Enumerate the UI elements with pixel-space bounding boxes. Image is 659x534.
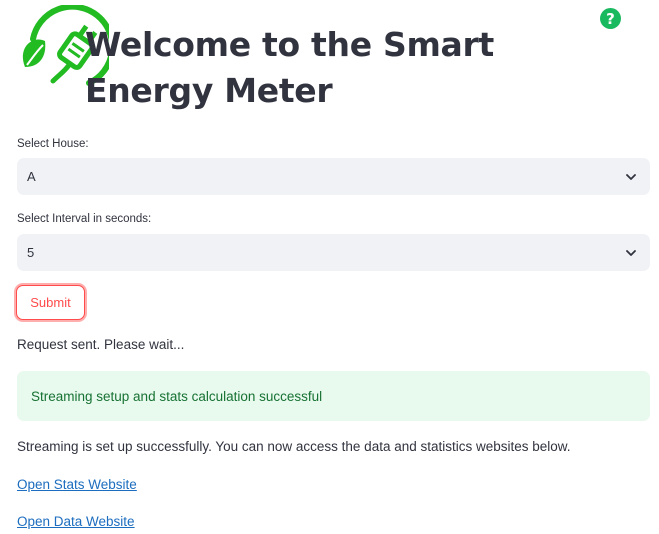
house-select-value: A — [27, 169, 36, 184]
streaming-info-text: Streaming is set up successfully. You ca… — [17, 439, 571, 454]
success-alert-text: Streaming setup and stats calculation su… — [31, 388, 323, 404]
house-select-label: Select House: — [17, 138, 89, 150]
submit-button[interactable]: Submit — [16, 285, 85, 320]
interval-select[interactable]: 5 — [17, 234, 650, 271]
interval-select-label: Select Interval in seconds: — [17, 213, 152, 225]
interval-select-value: 5 — [27, 245, 35, 260]
open-stats-link[interactable]: Open Stats Website — [17, 477, 137, 492]
page-title: Welcome to the Smart Energy Meter — [85, 25, 494, 110]
chevron-down-icon — [626, 249, 636, 256]
open-data-link[interactable]: Open Data Website — [17, 514, 135, 529]
request-status-text: Request sent. Please wait... — [17, 337, 185, 352]
chevron-down-icon — [626, 173, 636, 180]
success-alert: Streaming setup and stats calculation su… — [17, 371, 650, 421]
house-select[interactable]: A — [17, 158, 650, 195]
help-icon[interactable]: ? — [600, 8, 621, 29]
